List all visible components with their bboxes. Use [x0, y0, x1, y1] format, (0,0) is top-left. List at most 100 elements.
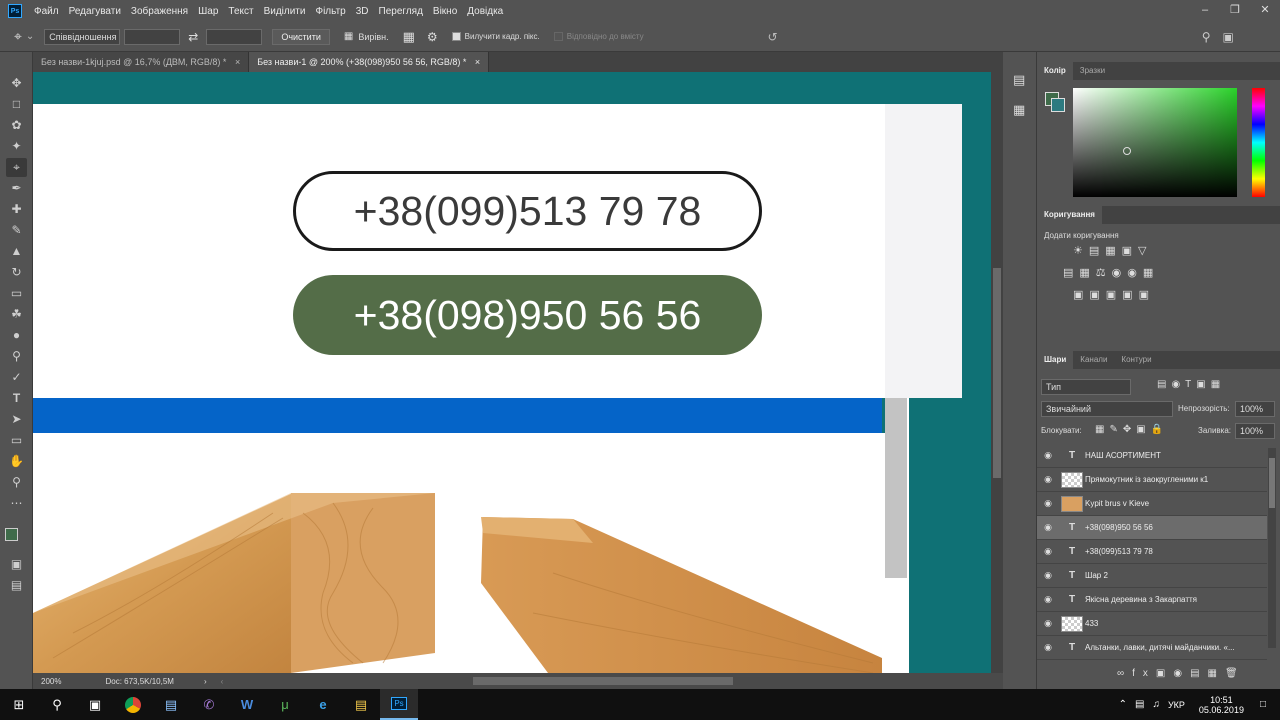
canvas-scroll-thumb[interactable] — [993, 268, 1001, 478]
crop-tool-icon[interactable]: ⌖ — [14, 28, 22, 45]
chevron-down-icon[interactable]: ⌄ — [26, 31, 34, 42]
eye-icon[interactable]: ◉ — [1037, 474, 1059, 485]
chevron-left-icon[interactable]: ‹ — [221, 677, 224, 686]
menu-type[interactable]: Текст — [228, 6, 253, 17]
chevron-right-icon[interactable]: › — [204, 677, 207, 686]
menu-help[interactable]: Довідка — [467, 6, 503, 17]
delete-cropped-checkbox[interactable] — [451, 32, 461, 41]
grid-overlay-icon[interactable]: ▦ — [403, 29, 415, 45]
layer-row[interactable]: ◉ Прямокутник із заокругленими к1 — [1037, 468, 1267, 492]
height-input[interactable] — [206, 28, 263, 45]
viber-icon[interactable]: ✆ — [190, 689, 228, 720]
content-aware-checkbox[interactable] — [553, 32, 563, 41]
tab-document-2[interactable]: Без назви-1 @ 200% (+38(098)950 56 56, R… — [249, 52, 490, 72]
tab-channels[interactable]: Канали — [1073, 351, 1114, 369]
layers-footer-icons[interactable]: ∞fx▣◉▤▦🗑 — [1117, 668, 1246, 679]
path-select-tool-icon[interactable]: ➤ — [6, 410, 27, 429]
blend-mode-select[interactable]: Звичайний — [1041, 401, 1173, 417]
fill-input[interactable]: 100% — [1235, 423, 1275, 439]
adjustments-row-3[interactable]: ▣▣▣▣▣ — [1073, 288, 1155, 301]
chrome-icon[interactable] — [114, 689, 152, 720]
menu-3d[interactable]: 3D — [356, 6, 369, 17]
background-color-swatch[interactable] — [1051, 98, 1065, 112]
layer-row[interactable]: ◉ T +38(099)513 79 78 — [1037, 540, 1267, 564]
word-icon[interactable]: W — [228, 689, 266, 720]
task-view-icon[interactable]: ▣ — [76, 689, 114, 720]
tab-paths[interactable]: Контури — [1114, 351, 1158, 369]
eye-icon[interactable]: ◉ — [1037, 522, 1059, 533]
close-icon[interactable]: × — [475, 57, 480, 67]
menu-layer[interactable]: Шар — [198, 6, 218, 17]
tab-swatches[interactable]: Зразки — [1073, 62, 1112, 80]
internet-explorer-icon[interactable]: e — [304, 689, 342, 720]
scroll-thumb[interactable] — [885, 398, 907, 578]
color-picker-cursor[interactable] — [1123, 147, 1131, 155]
adjustments-row-1[interactable]: ☀▤▦▣▽ — [1073, 244, 1153, 257]
eye-icon[interactable]: ◉ — [1037, 498, 1059, 509]
quick-select-tool-icon[interactable]: ✦ — [6, 137, 27, 156]
notepad-icon[interactable]: ▤ — [152, 689, 190, 720]
menu-select[interactable]: Виділити — [264, 6, 306, 17]
layer-row[interactable]: ◉ T Альтанки, лавки, дитячі майданчики. «.… — [1037, 636, 1267, 660]
brush-tool-icon[interactable]: ✎ — [6, 221, 27, 240]
straighten-label[interactable]: Вирівн. — [358, 32, 388, 42]
layer-filter-icons[interactable]: ▤◉T▣▦ — [1157, 379, 1225, 390]
marquee-tool-icon[interactable]: □ — [6, 95, 27, 114]
volume-icon[interactable]: ♫ — [1152, 699, 1160, 710]
eyedropper-tool-icon[interactable]: ✒ — [6, 179, 27, 198]
healing-tool-icon[interactable]: ✚ — [6, 200, 27, 219]
menu-file[interactable]: Файл — [34, 6, 59, 17]
blur-tool-icon[interactable]: ● — [6, 326, 27, 345]
pen-tool-icon[interactable]: ✓ — [6, 368, 27, 387]
type-tool-icon[interactable]: T — [6, 389, 27, 408]
language-indicator[interactable]: УКР — [1168, 700, 1185, 710]
gear-icon[interactable]: ⚙ — [427, 30, 438, 44]
opacity-input[interactable]: 100% — [1235, 401, 1275, 417]
hue-slider[interactable] — [1252, 88, 1265, 197]
stamp-tool-icon[interactable]: ▲ — [6, 242, 27, 261]
tab-color[interactable]: Колір — [1037, 62, 1073, 80]
color-picker-field[interactable] — [1073, 88, 1237, 197]
menu-filter[interactable]: Фільтр — [315, 6, 345, 17]
layers-scrollbar[interactable] — [1268, 448, 1276, 648]
menu-edit[interactable]: Редагувати — [69, 6, 121, 17]
layer-row-selected[interactable]: ◉ T +38(098)950 56 56 — [1037, 516, 1267, 540]
more-tools-icon[interactable]: ⋯ — [6, 494, 27, 513]
adjustments-row-2[interactable]: ▤▦⚖◉◉▦ — [1063, 266, 1159, 279]
properties-icon[interactable]: ▦ — [1013, 102, 1025, 118]
tab-layers[interactable]: Шари — [1037, 351, 1074, 369]
minimize-icon[interactable]: – — [1190, 0, 1220, 22]
horizontal-scroll-thumb[interactable] — [473, 677, 733, 685]
photoshop-logo-icon[interactable]: Ps — [8, 4, 22, 18]
search-icon[interactable]: ⚲ — [38, 689, 76, 720]
shape-tool-icon[interactable]: ▭ — [6, 431, 27, 450]
clock[interactable]: 10:51 05.06.2019 — [1199, 695, 1244, 715]
layer-row[interactable]: ◉ T Якісна деревина з Закарпаття — [1037, 588, 1267, 612]
eye-icon[interactable]: ◉ — [1037, 642, 1059, 653]
paint-bucket-tool-icon[interactable]: ☘ — [6, 305, 27, 324]
width-input[interactable] — [124, 28, 181, 45]
crop-tool-icon[interactable]: ⌖ — [6, 158, 27, 177]
tab-document-1[interactable]: Без назви-1kjuj.psd @ 16,7% (ДВМ, RGB/8)… — [33, 52, 250, 72]
reset-icon[interactable]: ↺ — [768, 30, 778, 44]
canvas-area[interactable]: +38(099)513 79 78 +38(098)950 56 56 — [33, 72, 991, 673]
move-tool-icon[interactable]: ✥ — [6, 74, 27, 93]
restore-icon[interactable]: ❐ — [1220, 0, 1250, 22]
screen-mode-icon[interactable]: ▤ — [6, 576, 27, 595]
canvas-vertical-scrollbar[interactable] — [991, 72, 1003, 673]
ratio-select[interactable]: Співвідношення — [44, 28, 121, 45]
file-explorer-icon[interactable]: ▤ — [342, 689, 380, 720]
straighten-icon[interactable]: ▦ — [344, 31, 353, 42]
menu-view[interactable]: Перегляд — [379, 6, 423, 17]
eye-icon[interactable]: ◉ — [1037, 618, 1059, 629]
lock-icons[interactable]: ▦✎✥▣🔒 — [1095, 424, 1168, 435]
layer-row[interactable]: ◉ T Шар 2 — [1037, 564, 1267, 588]
eye-icon[interactable]: ◉ — [1037, 450, 1059, 461]
layers-scroll-thumb[interactable] — [1269, 458, 1275, 508]
lasso-tool-icon[interactable]: ✿ — [6, 116, 27, 135]
close-icon[interactable]: ✕ — [1250, 0, 1280, 22]
history-icon[interactable]: ▤ — [1013, 72, 1025, 88]
layer-row[interactable]: ◉ 433 — [1037, 612, 1267, 636]
menu-image[interactable]: Зображення — [131, 6, 188, 17]
windows-start-icon[interactable]: ⊞ — [0, 689, 38, 720]
